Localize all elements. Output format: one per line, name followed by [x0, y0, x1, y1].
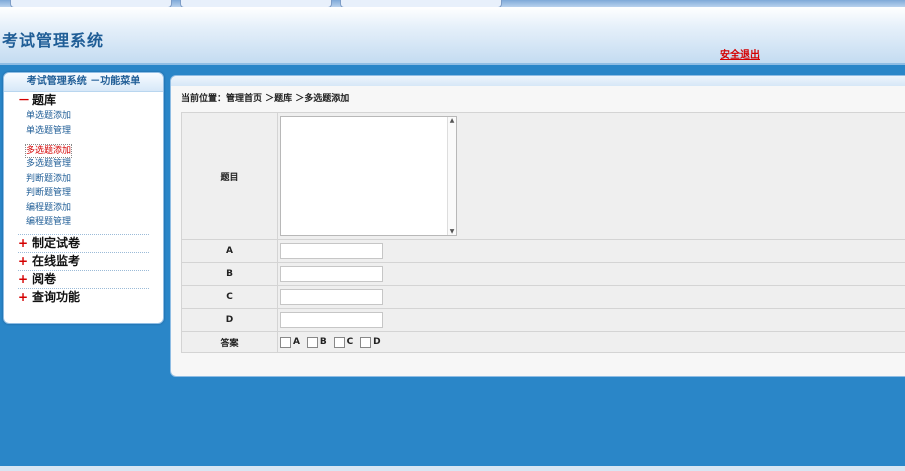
answer-c-label: C — [346, 337, 354, 347]
answer-a-label: A — [293, 337, 300, 347]
breadcrumb: 当前位置：管理首页 ＞题库 ＞多选题添加 — [181, 94, 350, 104]
menu-group-label: 题库 — [32, 93, 57, 107]
scroll-up-icon[interactable]: ▲ — [448, 117, 456, 124]
answer-d-checkbox[interactable] — [360, 336, 372, 348]
menu-item-programming-manage[interactable]: 编程题管理 — [26, 215, 149, 230]
menu-group-create-exam[interactable]: + 制定试卷 — [18, 235, 149, 253]
answer-b-label: B — [319, 337, 327, 347]
answer-c-checkbox[interactable] — [333, 336, 345, 348]
question-textarea[interactable]: ▲ ▼ — [280, 116, 457, 236]
menu-group-query[interactable]: + 查询功能 — [18, 289, 149, 306]
option-c-label: C — [181, 285, 278, 309]
browser-tab-strip — [0, 0, 905, 8]
expand-icon: + — [18, 235, 29, 250]
menu-item-multi-choice-manage[interactable]: 多选题管理 — [26, 157, 149, 172]
menu-item-single-choice-add[interactable]: 单选题添加 — [26, 109, 149, 124]
option-d-input[interactable] — [280, 312, 383, 328]
collapse-icon: － — [18, 93, 31, 107]
menu-item-multi-choice-add[interactable]: 多选题添加 — [24, 144, 73, 158]
question-label: 题目 — [181, 112, 278, 240]
function-menu: 考试管理系统 －功能菜单 －题库 单选题添加 单选题管理 多选题添加 多选题管理… — [3, 72, 164, 324]
header-divider — [0, 65, 905, 70]
menu-group-question-bank: －题库 单选题添加 单选题管理 多选题添加 多选题管理 判断题添加 判断题管理 … — [18, 92, 149, 235]
option-c-input[interactable] — [280, 289, 383, 305]
option-b-input[interactable] — [280, 266, 383, 282]
system-title: 考试管理系统 — [2, 31, 105, 50]
app-header: 考试管理系统 安全退出 — [0, 7, 905, 65]
scroll-down-icon[interactable]: ▼ — [448, 228, 456, 235]
menu-group-question-bank-toggle[interactable]: －题库 — [18, 92, 149, 109]
expand-icon: + — [18, 289, 29, 304]
menu-group-label: 制定试卷 — [32, 235, 81, 250]
menu-item-true-false-add[interactable]: 判断题添加 — [26, 172, 149, 187]
menu-item-true-false-manage[interactable]: 判断题管理 — [26, 186, 149, 201]
main-panel: 当前位置：管理首页 ＞题库 ＞多选题添加 题目 ▲ ▼ A B C D 答案 A… — [170, 75, 905, 377]
answer-b-checkbox[interactable] — [306, 336, 318, 348]
status-bar — [0, 466, 905, 471]
main-panel-header — [171, 76, 905, 86]
menu-group-label: 在线监考 — [32, 253, 81, 268]
option-d-label: D — [181, 308, 278, 332]
menu-item-programming-add[interactable]: 编程题添加 — [26, 201, 149, 216]
logout-link[interactable]: 安全退出 — [720, 46, 760, 61]
answer-d-label: D — [373, 337, 381, 347]
option-a-input[interactable] — [280, 243, 383, 259]
expand-icon: + — [18, 253, 29, 268]
option-a-label: A — [181, 239, 278, 263]
menu-group-grading[interactable]: + 阅卷 — [18, 271, 149, 289]
menu-group-label: 查询功能 — [32, 289, 81, 304]
option-b-label: B — [181, 262, 278, 286]
function-menu-title: 考试管理系统 －功能菜单 — [4, 73, 163, 92]
menu-item-single-choice-manage[interactable]: 单选题管理 — [26, 124, 149, 139]
textarea-scrollbar[interactable]: ▲ ▼ — [447, 117, 456, 235]
multi-choice-form: 题目 ▲ ▼ A B C D 答案 A B C D — [181, 112, 905, 353]
answer-a-checkbox[interactable] — [280, 336, 291, 348]
answer-label: 答案 — [181, 331, 278, 353]
expand-icon: + — [18, 271, 29, 286]
menu-group-label: 阅卷 — [32, 271, 57, 286]
menu-group-online-proctoring[interactable]: + 在线监考 — [18, 253, 149, 271]
